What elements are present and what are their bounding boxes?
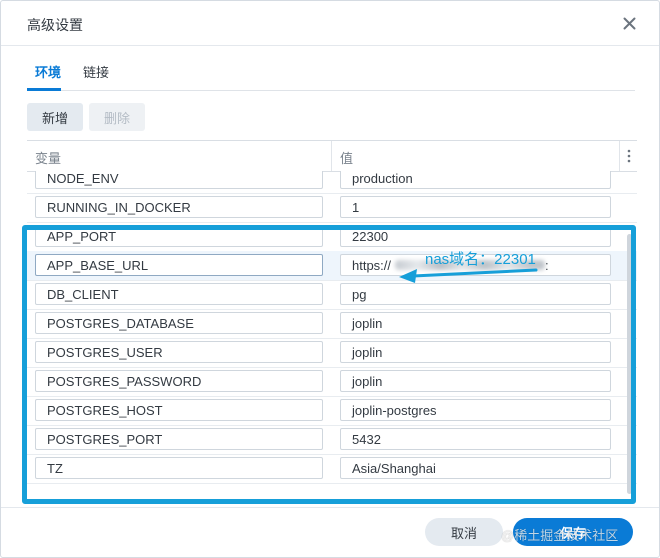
delete-button[interactable]: 删除 xyxy=(89,103,145,131)
variable-input[interactable]: APP_PORT xyxy=(35,225,323,247)
value-input[interactable]: joplin-postgres xyxy=(340,399,611,421)
variable-input[interactable]: NODE_ENV xyxy=(35,171,323,189)
column-separator[interactable] xyxy=(619,141,620,171)
variable-input[interactable]: POSTGRES_DATABASE xyxy=(35,312,323,334)
variable-input[interactable]: APP_BASE_URL xyxy=(35,254,323,276)
value-input[interactable]: joplin xyxy=(340,370,611,392)
variable-input[interactable]: TZ xyxy=(35,457,323,479)
variable-input[interactable]: POSTGRES_HOST xyxy=(35,399,323,421)
table-row[interactable]: POSTGRES_HOST joplin-postgres xyxy=(27,396,637,426)
value-input[interactable]: Asia/Shanghai xyxy=(340,457,611,479)
table-row[interactable]: RUNNING_IN_DOCKER 1 xyxy=(27,193,637,223)
value-input[interactable]: 1 xyxy=(340,196,611,218)
annotation-arrow-icon xyxy=(399,268,538,283)
value-input[interactable]: joplin xyxy=(340,312,611,334)
close-icon xyxy=(623,17,635,29)
cancel-button[interactable]: 取消 xyxy=(425,518,503,546)
column-header-value[interactable]: 值 xyxy=(340,148,353,167)
table-row[interactable]: TZ Asia/Shanghai xyxy=(27,454,637,484)
table-row[interactable]: POSTGRES_DATABASE joplin xyxy=(27,309,637,339)
table-body: NODE_ENV production RUNNING_IN_DOCKER 1 … xyxy=(27,171,637,501)
tab-links[interactable]: 链接 xyxy=(83,62,109,81)
variable-input[interactable]: POSTGRES_PASSWORD xyxy=(35,370,323,392)
active-tab-indicator xyxy=(27,88,61,91)
tab-environment[interactable]: 环境 xyxy=(35,62,61,81)
table-row-selected[interactable]: APP_BASE_URL https:// : xyxy=(27,251,637,281)
close-button[interactable] xyxy=(618,12,640,34)
table-header: 变量 值 xyxy=(27,140,637,172)
value-input[interactable]: joplin xyxy=(340,341,611,363)
variable-input[interactable]: POSTGRES_USER xyxy=(35,341,323,363)
table-row[interactable]: POSTGRES_PORT 5432 xyxy=(27,425,637,455)
dialog-title: 高级设置 xyxy=(27,17,83,33)
header-divider xyxy=(1,45,659,46)
value-input[interactable]: production xyxy=(340,171,611,189)
value-input[interactable]: 22300 xyxy=(340,225,611,247)
variable-input[interactable]: RUNNING_IN_DOCKER xyxy=(35,196,323,218)
value-text: https:// xyxy=(352,257,392,273)
column-header-variable[interactable]: 变量 xyxy=(35,148,61,167)
table-row[interactable]: POSTGRES_PASSWORD joplin xyxy=(27,367,637,397)
variable-input[interactable]: POSTGRES_PORT xyxy=(35,428,323,450)
vertical-scrollbar[interactable] xyxy=(627,234,632,494)
more-vertical-icon[interactable] xyxy=(625,148,633,164)
variable-input[interactable]: DB_CLIENT xyxy=(35,283,323,305)
table-row[interactable]: NODE_ENV production xyxy=(27,171,637,194)
value-suffix: : xyxy=(545,257,549,273)
add-button[interactable]: 新增 xyxy=(27,103,83,131)
table-row[interactable]: POSTGRES_USER joplin xyxy=(27,338,637,368)
tab-divider xyxy=(27,90,635,91)
column-separator[interactable] xyxy=(331,141,332,171)
table-row[interactable]: DB_CLIENT pg xyxy=(27,280,637,310)
save-button[interactable]: 保存 xyxy=(513,518,633,546)
footer-divider xyxy=(1,507,659,508)
table-row[interactable]: APP_PORT 22300 xyxy=(27,222,637,252)
advanced-settings-dialog: 高级设置 环境 链接 新增 删除 变量 值 NODE_ENV productio… xyxy=(0,0,660,558)
value-input[interactable]: 5432 xyxy=(340,428,611,450)
value-input[interactable]: pg xyxy=(340,283,611,305)
